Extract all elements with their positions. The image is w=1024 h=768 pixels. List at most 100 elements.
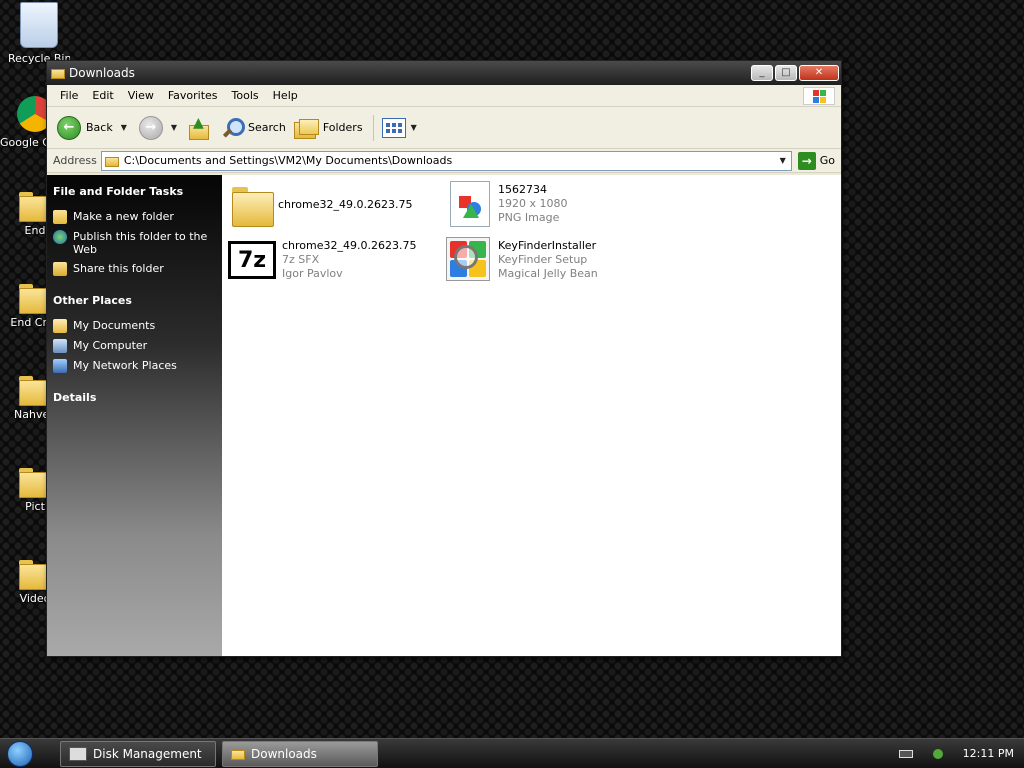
taskbar-item-downloads[interactable]: Downloads bbox=[222, 740, 378, 767]
task-make-new-folder[interactable]: Make a new folder bbox=[53, 210, 216, 224]
address-value: C:\Documents and Settings\VM2\My Documen… bbox=[123, 154, 453, 167]
address-dropdown-icon[interactable]: ▼ bbox=[775, 156, 791, 165]
toolbar: ← Back ▼ → ▼ Search Folders ▼ bbox=[47, 107, 841, 149]
menu-help[interactable]: Help bbox=[266, 89, 305, 102]
back-label: Back bbox=[86, 121, 113, 134]
up-folder-button[interactable] bbox=[187, 115, 210, 140]
explorer-window: Downloads _ □ ✕ File Edit View Favorites… bbox=[46, 60, 842, 657]
menu-favorites[interactable]: Favorites bbox=[161, 89, 225, 102]
toolbar-separator bbox=[372, 114, 374, 141]
folder-icon bbox=[232, 187, 274, 227]
place-label: My Network Places bbox=[73, 359, 177, 372]
folder-icon bbox=[231, 748, 245, 760]
system-tray: 12:11 PM bbox=[898, 747, 1024, 761]
task-label: Publish this folder to the Web bbox=[73, 230, 208, 256]
file-item[interactable]: 1562734 1920 x 1080 PNG Image bbox=[450, 181, 568, 227]
details-heading[interactable]: Details bbox=[53, 391, 216, 404]
address-bar: Address C:\Documents and Settings\VM2\My… bbox=[47, 149, 841, 173]
back-history-dropdown-icon[interactable]: ▼ bbox=[121, 123, 127, 132]
share-folder-icon bbox=[53, 262, 67, 276]
go-button[interactable]: → Go bbox=[797, 151, 835, 170]
window-controls: _ □ ✕ bbox=[751, 65, 839, 81]
place-label: My Documents bbox=[73, 319, 156, 332]
file-name: KeyFinderInstaller bbox=[498, 239, 597, 252]
forward-history-dropdown-icon[interactable]: ▼ bbox=[171, 123, 177, 132]
menu-file[interactable]: File bbox=[53, 89, 85, 102]
start-button[interactable] bbox=[0, 739, 40, 768]
file-item[interactable]: chrome32_49.0.2623.75 bbox=[232, 181, 413, 227]
file-description: KeyFinder Setup bbox=[498, 253, 588, 266]
views-button[interactable]: ▼ bbox=[381, 117, 417, 138]
other-places-heading[interactable]: Other Places bbox=[53, 294, 216, 307]
file-company: Igor Pavlov bbox=[282, 267, 343, 280]
file-folder-tasks-heading[interactable]: File and Folder Tasks bbox=[53, 185, 216, 198]
back-button[interactable]: ← Back bbox=[57, 115, 113, 140]
go-label: Go bbox=[819, 154, 835, 167]
menu-tools[interactable]: Tools bbox=[225, 89, 266, 102]
file-description: 7z SFX bbox=[282, 253, 320, 266]
taskbar-item-label: Downloads bbox=[251, 746, 317, 761]
windows-orb-icon bbox=[7, 740, 33, 767]
task-pane: File and Folder Tasks Make a new folder … bbox=[47, 175, 222, 656]
file-item[interactable]: KeyFinderInstaller KeyFinder Setup Magic… bbox=[446, 237, 598, 281]
window-title: Downloads bbox=[69, 66, 135, 80]
taskbar-item-label: Disk Management bbox=[93, 746, 202, 761]
title-bar[interactable]: Downloads _ □ ✕ bbox=[47, 61, 841, 85]
folder-icon bbox=[51, 67, 65, 79]
views-dropdown-icon: ▼ bbox=[410, 123, 417, 132]
disk-management-icon bbox=[69, 746, 87, 761]
menu-edit[interactable]: Edit bbox=[85, 89, 120, 102]
keyboard-icon[interactable] bbox=[898, 749, 913, 758]
search-icon bbox=[221, 117, 246, 139]
globe-icon bbox=[53, 230, 67, 244]
window-content: File and Folder Tasks Make a new folder … bbox=[47, 175, 841, 656]
folders-label: Folders bbox=[322, 121, 363, 134]
file-company: Magical Jelly Bean bbox=[498, 267, 598, 280]
file-item[interactable]: 7z chrome32_49.0.2623.75 7z SFX Igor Pav… bbox=[228, 237, 417, 281]
png-image-icon bbox=[450, 181, 490, 227]
clock[interactable]: 12:11 PM bbox=[963, 747, 1014, 760]
forward-button[interactable]: → bbox=[138, 115, 163, 140]
7z-sfx-icon: 7z bbox=[228, 241, 276, 279]
new-folder-icon bbox=[53, 210, 67, 224]
file-name: 1562734 bbox=[498, 183, 547, 196]
minimize-button[interactable]: _ bbox=[751, 65, 773, 81]
folder-icon bbox=[104, 155, 119, 167]
task-share-folder[interactable]: Share this folder bbox=[53, 262, 216, 276]
taskbar: Disk Management Downloads 12:11 PM bbox=[0, 738, 1024, 768]
recycle-bin-icon bbox=[20, 2, 58, 48]
file-view[interactable]: chrome32_49.0.2623.75 1562734 1920 x 108… bbox=[222, 175, 841, 656]
my-computer-icon bbox=[53, 339, 67, 353]
folders-icon bbox=[293, 118, 319, 139]
place-my-network-places[interactable]: My Network Places bbox=[53, 359, 216, 373]
menu-view[interactable]: View bbox=[121, 89, 161, 102]
windows-logo-icon bbox=[803, 87, 835, 105]
taskbar-item-disk-management[interactable]: Disk Management bbox=[60, 740, 216, 767]
close-button[interactable]: ✕ bbox=[799, 65, 839, 81]
file-dimensions: 1920 x 1080 bbox=[498, 197, 568, 210]
network-icon[interactable] bbox=[931, 747, 945, 761]
address-input[interactable]: C:\Documents and Settings\VM2\My Documen… bbox=[100, 150, 792, 171]
file-meta: chrome32_49.0.2623.75 7z SFX Igor Pavlov bbox=[282, 237, 417, 281]
folders-button[interactable]: Folders bbox=[293, 118, 363, 139]
file-meta: chrome32_49.0.2623.75 bbox=[278, 181, 413, 212]
keyfinder-icon bbox=[446, 237, 490, 281]
place-my-documents[interactable]: My Documents bbox=[53, 319, 216, 333]
file-name: chrome32_49.0.2623.75 bbox=[278, 198, 413, 211]
network-places-icon bbox=[53, 359, 67, 373]
details-section: Details bbox=[53, 391, 216, 404]
search-button[interactable]: Search bbox=[221, 117, 286, 139]
place-my-computer[interactable]: My Computer bbox=[53, 339, 216, 353]
maximize-button[interactable]: □ bbox=[775, 65, 797, 81]
place-label: My Computer bbox=[73, 339, 148, 352]
search-label: Search bbox=[248, 121, 286, 134]
go-arrow-icon: → bbox=[797, 151, 816, 170]
desktop-icon-recycle-bin[interactable]: Recycle Bin bbox=[8, 2, 70, 65]
other-places-section: Other Places My Documents My Computer My… bbox=[53, 294, 216, 373]
file-folder-tasks-section: File and Folder Tasks Make a new folder … bbox=[53, 185, 216, 276]
task-label: Share this folder bbox=[73, 262, 164, 275]
file-type: PNG Image bbox=[498, 211, 560, 224]
menu-bar: File Edit View Favorites Tools Help bbox=[47, 85, 841, 107]
task-label: Make a new folder bbox=[73, 210, 174, 223]
task-publish-to-web[interactable]: Publish this folder to the Web bbox=[53, 230, 216, 256]
